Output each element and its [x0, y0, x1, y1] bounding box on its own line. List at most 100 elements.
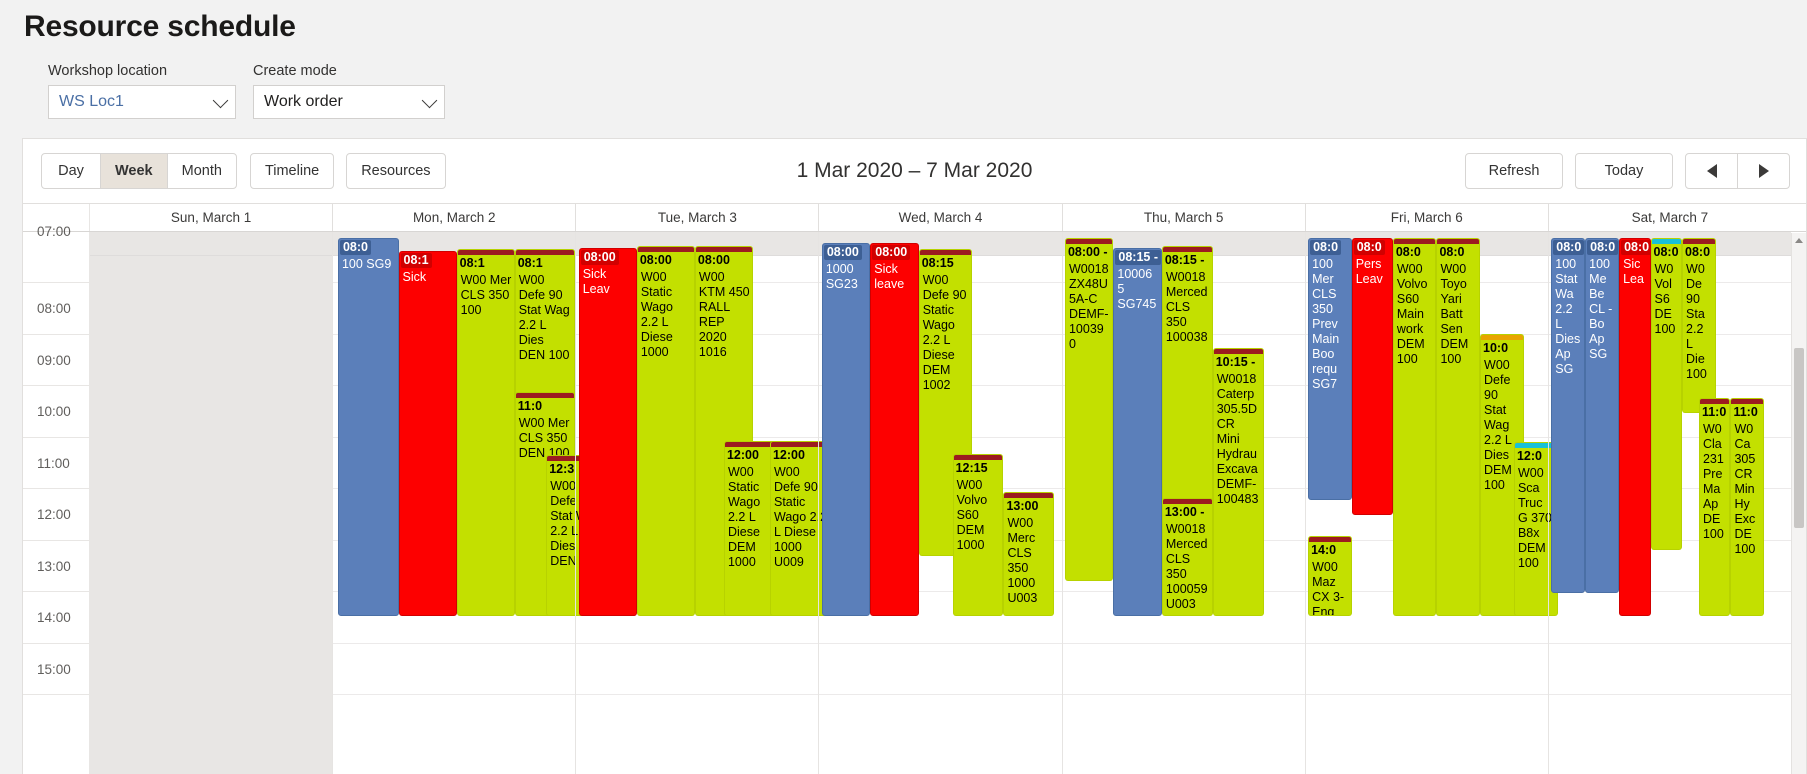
- time-label: 14:00: [37, 610, 71, 626]
- calendar-event[interactable]: 13:00 W00 Merc CLS 350 1000 U003: [1003, 491, 1055, 616]
- event-title: W00 Volvo S60 DEM 1000: [956, 477, 988, 552]
- day-header-4[interactable]: Thu, March 5: [1061, 203, 1305, 231]
- scroll-down-button[interactable]: [1792, 770, 1806, 774]
- calendar-event[interactable]: 08:0 100 SG9: [337, 237, 399, 616]
- day-column-5[interactable]: 08:0 100 Mer CLS 350 Prev Main Boo requ S…: [1304, 231, 1558, 774]
- event-time: 08:0: [1553, 239, 1585, 255]
- day-header-6[interactable]: Sat, March 7: [1547, 203, 1791, 231]
- timeline-button[interactable]: Timeline: [249, 152, 335, 189]
- event-time: 08:0: [1621, 239, 1650, 255]
- calendar-event[interactable]: 08:0 100 Stat Wa 2.2 L Dies Ap SG: [1551, 237, 1586, 593]
- event-time: 08:1: [459, 255, 485, 270]
- event-title: W0018 Caterp 305.5D CR Mini Hydrau Excav…: [1216, 371, 1259, 506]
- next-period-button[interactable]: [1737, 152, 1790, 189]
- event-title: W0 Cla 231 Pre Ma Ap DE 100: [1702, 421, 1724, 541]
- event-title: 1000 SG23: [825, 261, 858, 291]
- day-column-1[interactable]: 08:0 100 SG9 08:1 Sick 08:1 W00 Mer CLS 350 1…: [332, 231, 605, 774]
- day-header-3[interactable]: Wed, March 4: [818, 203, 1061, 231]
- all-day-strip[interactable]: [90, 231, 333, 256]
- event-time: 08:0: [1310, 239, 1342, 255]
- refresh-button[interactable]: Refresh: [1465, 152, 1563, 189]
- calendar-event[interactable]: 08:0 W00 Toyo Yari Batt Sen DEM 100: [1436, 237, 1481, 616]
- page-header: Resource schedule Workshop location WS L…: [0, 0, 1807, 119]
- time-label: 07:00: [37, 223, 71, 239]
- calendar-event[interactable]: 08:15 - W0018 Merced CLS 350 100038: [1161, 245, 1213, 503]
- day-column-0[interactable]: [90, 231, 333, 774]
- day-column-2[interactable]: 08:00 Sick Leav 08:00 W00 Static Wago 2.2 L…: [575, 231, 831, 774]
- event-time: 08:0: [1587, 239, 1619, 255]
- calendar-event[interactable]: 10:15 - W0018 Caterp 305.5D CR Mini Hydra…: [1212, 347, 1264, 616]
- calendar-event[interactable]: 13:00 - W0018 Merced CLS 350 100059 U003: [1161, 497, 1213, 616]
- event-title: W00 Static Wago 2.2 L Diese 1000: [640, 269, 674, 359]
- day-header-2[interactable]: Tue, March 3: [575, 203, 818, 231]
- toolbar-right-group: Refresh Today: [1465, 152, 1790, 189]
- day-column-4[interactable]: 08:00 - W0018 ZX48U 5A-C DEMF- 100390 08:1…: [1061, 231, 1305, 774]
- event-title: W0 De 90 Sta 2.2 L Die 100: [1686, 261, 1707, 381]
- view-day-button[interactable]: Day: [41, 152, 101, 189]
- calendar-event[interactable]: 08:00 1000 SG23: [821, 242, 871, 616]
- event-title: W00 Volvo S60 Main work DEM 100: [1396, 261, 1428, 366]
- scheduler-card: Day Week Month Timeline Resources 1 Mar …: [22, 137, 1807, 774]
- today-button[interactable]: Today: [1575, 152, 1673, 189]
- create-mode-select[interactable]: Work order: [253, 84, 445, 119]
- day-header-1[interactable]: Mon, March 2: [332, 203, 575, 231]
- event-time: 13:00: [1006, 498, 1039, 513]
- calendar-event[interactable]: 08:00 Sick leave: [870, 242, 919, 616]
- page-title: Resource schedule: [24, 10, 296, 43]
- workshop-location-select[interactable]: WS Loc1: [48, 84, 236, 119]
- calendar-event[interactable]: 14:0 W00 Maz CX 3- Eng: [1308, 535, 1352, 616]
- time-label: 08:00: [37, 301, 71, 317]
- chevron-down-icon: [421, 92, 438, 109]
- calendar-event[interactable]: 08:0 W0 De 90 Sta 2.2 L Die 100: [1682, 237, 1716, 413]
- calendar-event[interactable]: 11:0 W0 Ca 305 CR Min Hy Exc DE 100: [1730, 397, 1765, 616]
- resources-button[interactable]: Resources: [346, 152, 446, 189]
- previous-period-button[interactable]: [1685, 152, 1738, 189]
- event-time: 08:1: [517, 255, 543, 270]
- filter-bar: Workshop location WS Loc1 Create mode Wo…: [24, 63, 1807, 119]
- calendar-event[interactable]: 08:0 100 Me Be CL - Bo Ap SG: [1585, 237, 1620, 593]
- event-time: 10:15 -: [1215, 354, 1256, 369]
- view-month-button[interactable]: Month: [166, 152, 237, 189]
- event-title: Sick: [402, 269, 427, 284]
- day-column-6[interactable]: 08:0 100 Stat Wa 2.2 L Dies Ap SG 08:0 100 …: [1547, 231, 1791, 774]
- event-time: 12:15: [955, 460, 988, 475]
- day-header-0[interactable]: Sun, March 1: [90, 204, 332, 231]
- workshop-location-value: WS Loc1: [59, 92, 124, 110]
- event-time: 08:0: [1685, 244, 1711, 259]
- event-title: 100 Stat Wa 2.2 L Dies Ap SG: [1555, 256, 1581, 376]
- time-slot-09:00: 09:00: [23, 335, 89, 387]
- calendar-event[interactable]: 08:0 W0 Vol S6 DE 100: [1650, 237, 1682, 550]
- event-title: W00 Mer CLS 350 DEN 100: [518, 415, 570, 460]
- calendar-event[interactable]: 08:0 Pers Leav: [1351, 237, 1393, 515]
- calendar-event[interactable]: 08:00 W00 Static Wago 2.2 L Diese 1000: [636, 245, 695, 616]
- view-switch-group: Day Week Month: [41, 152, 237, 189]
- calendar-event[interactable]: 08:0 100 Mer CLS 350 Prev Main Boo requ S…: [1308, 237, 1352, 500]
- chevron-down-icon: [212, 92, 229, 109]
- calendar-event[interactable]: 11:0 W0 Cla 231 Pre Ma Ap DE 100: [1698, 397, 1731, 616]
- workshop-location-label: Workshop location: [48, 62, 168, 79]
- calendar-event[interactable]: 08:0 W00 Volvo S60 Main work DEM 100: [1392, 237, 1437, 616]
- event-title: W0 Ca 305 CR Min Hy Exc DE 100: [1734, 421, 1756, 556]
- event-title: 100065 SG745: [1117, 266, 1157, 311]
- event-title: W00 Maz CX 3- Eng: [1312, 559, 1345, 616]
- event-time: 08:1: [400, 252, 432, 268]
- event-time: 08:0: [1353, 239, 1385, 255]
- scroll-up-button[interactable]: [1792, 233, 1806, 248]
- header-scroll-spacer: [1791, 204, 1806, 231]
- vertical-scrollbar[interactable]: [1791, 232, 1806, 774]
- event-title: W00 KTM 450 RALL REP 2020 1016: [698, 269, 750, 359]
- scrollbar-thumb[interactable]: [1794, 347, 1804, 528]
- view-week-button[interactable]: Week: [100, 152, 168, 189]
- time-slot-10:00: 10:00: [23, 386, 89, 438]
- calendar-event[interactable]: 08:00 Sick Leav: [578, 247, 637, 616]
- calendar-event[interactable]: 08:1 W00 Mer CLS 350 100: [456, 248, 515, 616]
- calendar-event[interactable]: 08:0 Sic Lea: [1619, 237, 1651, 616]
- calendar-event[interactable]: 08:15 -100065 SG745: [1113, 247, 1162, 616]
- calendar-event[interactable]: 12:15 W00 Volvo S60 DEM 1000: [952, 453, 1004, 616]
- calendar-event[interactable]: 08:00 - W0018 ZX48U 5A-C DEMF- 100390: [1064, 237, 1114, 581]
- calendar-day-header-row: Sun, March 1 Mon, March 2 Tue, March 3 Wed,…: [23, 203, 1806, 232]
- day-column-3[interactable]: 08:00 1000 SG23 08:00 Sick leave 08:15 W00 De…: [818, 231, 1062, 774]
- day-header-5[interactable]: Fri, March 6: [1304, 203, 1548, 231]
- calendar-event[interactable]: 08:1 Sick: [398, 250, 457, 616]
- event-time: 10:0: [1483, 340, 1509, 355]
